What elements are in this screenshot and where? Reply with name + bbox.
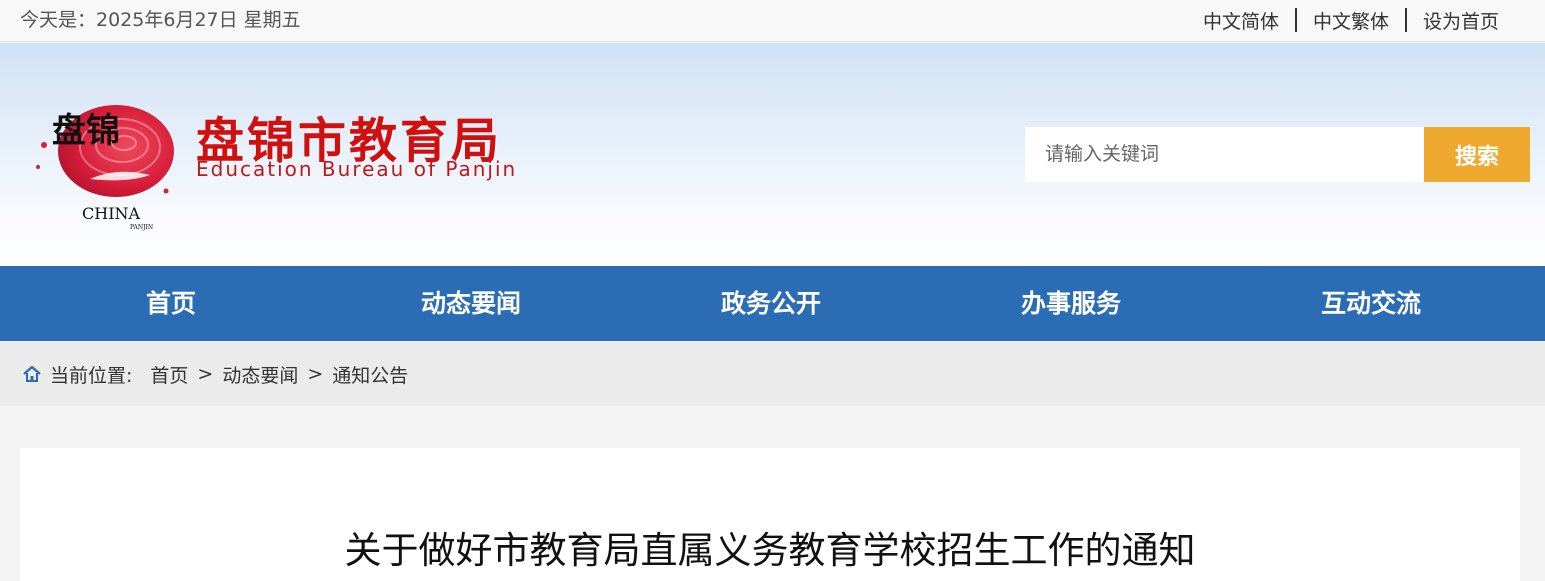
breadcrumb: 当前位置: 首页 > 动态要闻 > 通知公告 <box>0 342 1545 406</box>
site-header: 盘锦 CHINA PANJIN 盘锦市教育局 Education Bureau … <box>0 43 1545 266</box>
top-links: 中文简体 中文繁体 设为首页 <box>1203 0 1499 40</box>
divider <box>1404 8 1407 32</box>
top-bar: 今天是：2025年6月27日 星期五 中文简体 中文繁体 设为首页 <box>0 0 1545 42</box>
nav-item-interaction[interactable]: 互动交流 <box>1321 266 1421 341</box>
search-button[interactable]: 搜索 <box>1424 127 1530 182</box>
article-title: 关于做好市教育局直属义务教育学校招生工作的通知 <box>344 529 1196 572</box>
main-nav: 首页 动态要闻 政务公开 办事服务 互动交流 <box>0 266 1545 341</box>
article-panel: 关于做好市教育局直属义务教育学校招生工作的通知 <box>20 448 1520 581</box>
nav-item-home[interactable]: 首页 <box>146 266 196 341</box>
breadcrumb-home[interactable]: 首页 <box>150 361 188 388</box>
set-homepage-link[interactable]: 设为首页 <box>1423 7 1499 34</box>
simplified-chinese-link[interactable]: 中文简体 <box>1203 7 1279 34</box>
breadcrumb-separator: > <box>197 363 214 385</box>
breadcrumb-separator: > <box>307 363 324 385</box>
home-icon <box>23 365 41 382</box>
breadcrumb-news[interactable]: 动态要闻 <box>222 361 298 388</box>
logo-panjin-text: PANJIN <box>130 224 153 231</box>
current-date: 今天是：2025年6月27日 星期五 <box>20 9 301 31</box>
nav-item-services[interactable]: 办事服务 <box>1021 266 1121 341</box>
breadcrumb-label: 当前位置: <box>50 364 133 387</box>
site-subtitle: Education Bureau of Panjin <box>196 157 518 181</box>
search-input[interactable] <box>1025 127 1424 182</box>
divider <box>1294 8 1297 32</box>
breadcrumb-notices[interactable]: 通知公告 <box>332 361 408 388</box>
traditional-chinese-link[interactable]: 中文繁体 <box>1313 7 1389 34</box>
logo-text: 盘锦 <box>52 111 120 151</box>
panjin-logo-icon[interactable]: 盘锦 CHINA PANJIN <box>28 87 178 233</box>
search-bar: 搜索 <box>1025 127 1530 182</box>
nav-item-news[interactable]: 动态要闻 <box>421 266 521 341</box>
nav-item-government-affairs[interactable]: 政务公开 <box>721 266 821 341</box>
logo-china-text: CHINA <box>82 204 141 223</box>
